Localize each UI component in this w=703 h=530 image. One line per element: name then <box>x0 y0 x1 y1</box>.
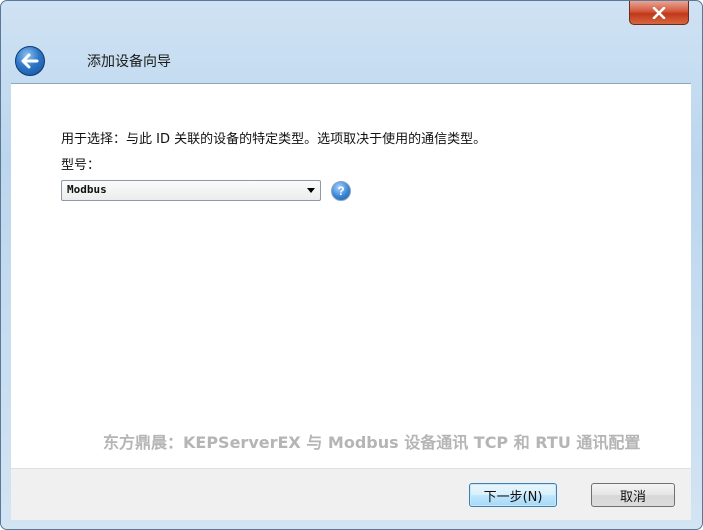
back-button[interactable] <box>15 46 45 76</box>
help-glyph: ? <box>337 184 345 198</box>
help-question-icon[interactable]: ? <box>331 181 351 201</box>
model-select-value: Modbus <box>67 183 107 196</box>
back-arrow-icon <box>21 53 39 69</box>
wizard-window: 添加设备向导 用于选择：与此 ID 关联的设备的特定类型。选项取决于使用的通信类… <box>0 0 703 530</box>
model-label: 型号： <box>61 158 101 173</box>
wizard-footer: 下一步(N) 取消 <box>11 468 691 520</box>
chevron-down-icon <box>307 188 315 193</box>
wizard-content: 用于选择：与此 ID 关联的设备的特定类型。选项取决于使用的通信类型。 型号： … <box>11 83 691 468</box>
watermark-text: 东方鼎晨：KEPServerEX 与 Modbus 设备通讯 TCP 和 RTU… <box>103 433 641 452</box>
model-select[interactable]: Modbus <box>61 180 321 201</box>
cancel-button[interactable]: 取消 <box>591 483 675 507</box>
next-button[interactable]: 下一步(N) <box>469 483 557 507</box>
wizard-title: 添加设备向导 <box>87 54 171 70</box>
close-x-icon <box>652 6 666 19</box>
description-text: 用于选择：与此 ID 关联的设备的特定类型。选项取决于使用的通信类型。 <box>61 132 487 147</box>
wizard-header: 添加设备向导 <box>2 31 701 83</box>
close-button[interactable] <box>629 1 689 25</box>
